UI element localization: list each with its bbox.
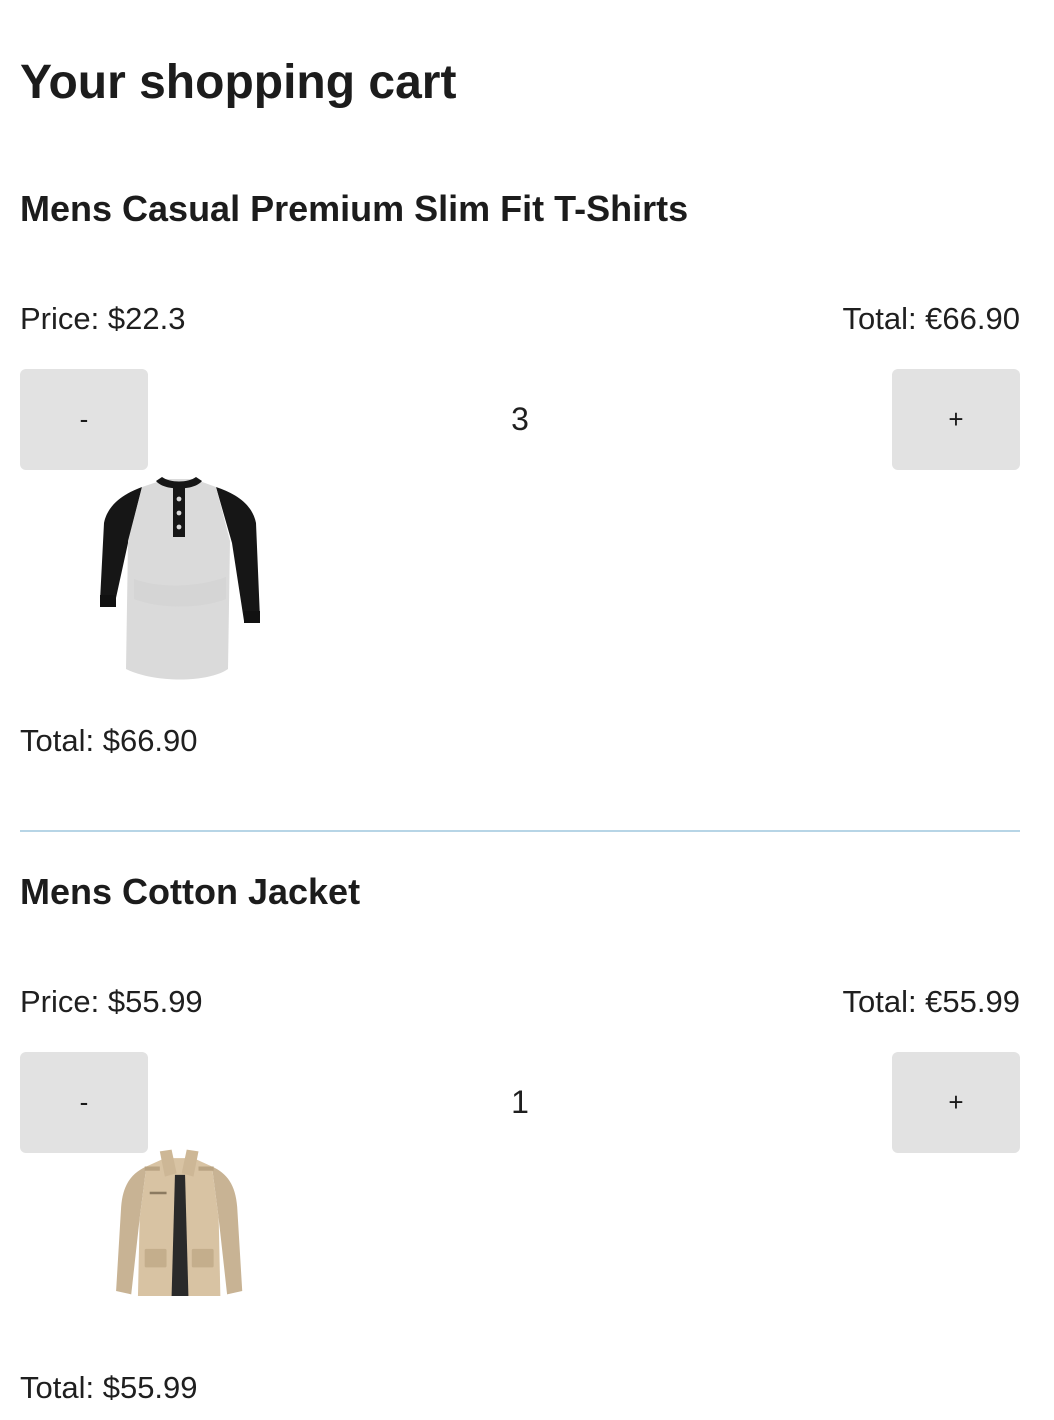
tshirt-image xyxy=(100,477,260,680)
unit-price: Price: $55.99 xyxy=(20,984,203,1019)
page-title: Your shopping cart xyxy=(20,56,457,109)
converted-total: Total: €66.90 xyxy=(842,301,1020,336)
decrement-button[interactable]: - xyxy=(20,369,148,470)
decrement-button[interactable]: - xyxy=(20,1052,148,1153)
price-row: Price: $22.3 Total: €66.90 xyxy=(20,299,1020,339)
item-divider xyxy=(20,830,1020,832)
item-total: Total: $66.90 xyxy=(20,723,198,758)
product-name: Mens Cotton Jacket xyxy=(20,871,361,912)
price-row: Price: $55.99 Total: €55.99 xyxy=(20,982,1020,1022)
quantity-stepper: 3 - + xyxy=(20,369,1020,470)
unit-price: Price: $22.3 xyxy=(20,301,186,336)
jacket-image xyxy=(116,1149,243,1296)
increment-button[interactable]: + xyxy=(892,369,1020,470)
item-total: Total: $55.99 xyxy=(20,1370,198,1405)
converted-total: Total: €55.99 xyxy=(842,984,1020,1019)
product-name: Mens Casual Premium Slim Fit T-Shirts xyxy=(20,188,689,229)
quantity-value: 3 xyxy=(511,401,529,437)
increment-button[interactable]: + xyxy=(892,1052,1020,1153)
quantity-stepper: 1 - + xyxy=(20,1052,1020,1153)
quantity-value: 1 xyxy=(511,1084,529,1120)
